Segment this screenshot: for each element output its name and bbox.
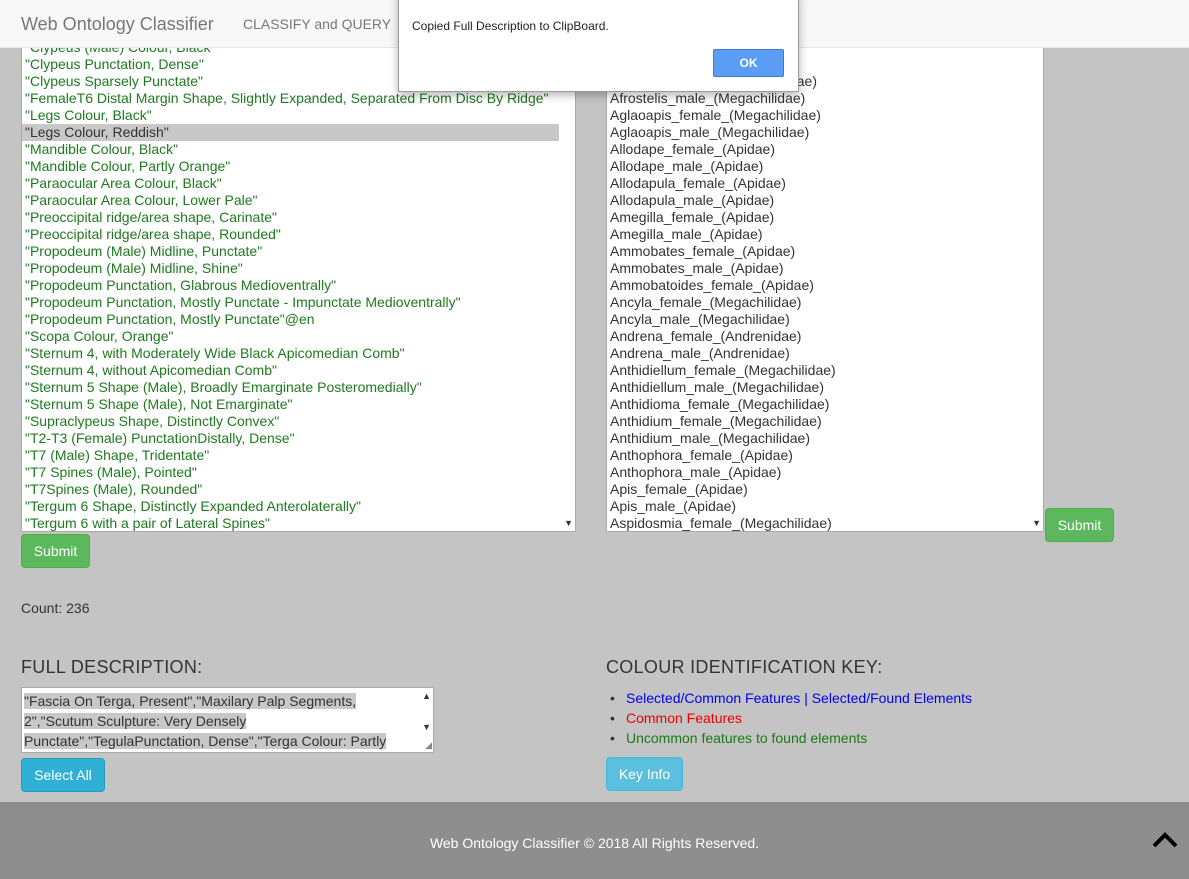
key-item-label: Common Features: [626, 710, 742, 726]
footer: Web Ontology Classifier © 2018 All Right…: [0, 802, 1189, 879]
feature-option[interactable]: "Sternum 4, without Apicomedian Comb": [22, 362, 559, 379]
description-line: 2","Scutum Sculpture: Very Densely: [24, 713, 247, 729]
key-item-label: Selected/Common Features | Selected/Foun…: [626, 690, 973, 706]
features-listbox[interactable]: "Clypeus (Male) Colour, Black""Clypeus P…: [21, 30, 576, 532]
class-option[interactable]: Andrena_male_(Andrenidae): [607, 345, 1027, 362]
classes-listbox[interactable]: Afrostelis_female_(Megachilidae)Afrostel…: [606, 30, 1044, 532]
full-description-title: FULL DESCRIPTION:: [21, 657, 203, 677]
feature-option[interactable]: "Preoccipital ridge/area shape, Rounded": [22, 226, 559, 243]
scroll-down-arrow-icon[interactable]: ▼: [422, 722, 431, 732]
classes-rows: Afrostelis_female_(Megachilidae)Afrostel…: [607, 73, 1027, 531]
class-option[interactable]: Aglaoapis_female_(Megachilidae): [607, 107, 1027, 124]
feature-option[interactable]: "Tergum 6 with a pair of Lateral Spines": [22, 515, 559, 531]
resize-grip-icon[interactable]: ◢: [425, 740, 432, 751]
full-description-text: "Fascia On Terga, Present","Maxilary Pal…: [24, 691, 419, 751]
dialog-message: Copied Full Description to ClipBoard.: [412, 19, 609, 33]
clipboard-alert-dialog: Copied Full Description to ClipBoard. OK: [398, 0, 799, 92]
class-option[interactable]: Apis_female_(Apidae): [607, 481, 1027, 498]
result-count: Count: 236: [21, 600, 90, 616]
feature-option[interactable]: "Supraclypeus Shape, Distinctly Convex": [22, 413, 559, 430]
class-option[interactable]: Allodapula_male_(Apidae): [607, 192, 1027, 209]
feature-option[interactable]: "Sternum 5 Shape (Male), Broadly Emargin…: [22, 379, 559, 396]
feature-option[interactable]: "Preoccipital ridge/area shape, Carinate…: [22, 209, 559, 226]
class-option[interactable]: Allodape_female_(Apidae): [607, 141, 1027, 158]
feature-option[interactable]: "T2-T3 (Female) PunctationDistally, Dens…: [22, 430, 559, 447]
feature-option[interactable]: "Paraocular Area Colour, Black": [22, 175, 559, 192]
description-line: "Fascia On Terga, Present","Maxilary Pal…: [24, 693, 357, 709]
full-description-textarea[interactable]: "Fascia On Terga, Present","Maxilary Pal…: [21, 687, 434, 753]
feature-option[interactable]: "Propodeum (Male) Midline, Punctate": [22, 243, 559, 260]
key-info-button[interactable]: Key Info: [606, 757, 683, 791]
feature-option[interactable]: "FemaleT6 Distal Margin Shape, Slightly …: [22, 90, 559, 107]
class-option[interactable]: Andrena_female_(Andrenidae): [607, 328, 1027, 345]
feature-option[interactable]: "Propodeum Punctation, Mostly Punctate"@…: [22, 311, 559, 328]
dialog-ok-button[interactable]: OK: [713, 49, 784, 77]
feature-option[interactable]: "Sternum 5 Shape (Male), Not Emarginate": [22, 396, 559, 413]
brand-title[interactable]: Web Ontology Classifier: [21, 14, 214, 35]
key-item-label: Uncommon features to found elements: [626, 730, 868, 746]
class-option[interactable]: Anthidium_male_(Megachilidae): [607, 430, 1027, 447]
feature-option[interactable]: "Tergum 6 Shape, Distinctly Expanded Ant…: [22, 498, 559, 515]
class-option[interactable]: Anthidioma_female_(Megachilidae): [607, 396, 1027, 413]
features-rows: "Clypeus (Male) Colour, Black""Clypeus P…: [22, 39, 559, 531]
class-option[interactable]: Ammobatoides_female_(Apidae): [607, 277, 1027, 294]
key-item-uncommon: Uncommon features to found elements: [610, 728, 972, 748]
class-option[interactable]: Apis_male_(Apidae): [607, 498, 1027, 515]
feature-option[interactable]: "T7 Spines (Male), Pointed": [22, 464, 559, 481]
feature-option[interactable]: "T7 (Male) Shape, Tridentate": [22, 447, 559, 464]
feature-option[interactable]: "Mandible Colour, Black": [22, 141, 559, 158]
chevron-up-icon[interactable]: [1152, 829, 1178, 849]
class-option[interactable]: Anthophora_female_(Apidae): [607, 447, 1027, 464]
feature-option[interactable]: "Legs Colour, Black": [22, 107, 559, 124]
submit-features-button[interactable]: Submit: [21, 534, 90, 568]
footer-copyright: Web Ontology Classifier © 2018 All Right…: [429, 835, 760, 851]
scroll-down-arrow-icon[interactable]: ▼: [564, 518, 573, 528]
key-item-selected: Selected/Common Features | Selected/Foun…: [610, 688, 972, 708]
class-option[interactable]: Ammobates_female_(Apidae): [607, 243, 1027, 260]
class-option[interactable]: Anthidiellum_female_(Megachilidae): [607, 362, 1027, 379]
nav-link-classify-query[interactable]: CLASSIFY and QUERY: [243, 16, 391, 32]
feature-option[interactable]: "Scopa Colour, Orange": [22, 328, 559, 345]
class-option[interactable]: Ammobates_male_(Apidae): [607, 260, 1027, 277]
submit-classes-button[interactable]: Submit: [1045, 508, 1114, 542]
scroll-up-arrow-icon[interactable]: ▲: [422, 691, 431, 701]
feature-option[interactable]: "Paraocular Area Colour, Lower Pale": [22, 192, 559, 209]
class-option[interactable]: Aspidosmia_female_(Megachilidae): [607, 515, 1027, 531]
class-option[interactable]: Anthophora_male_(Apidae): [607, 464, 1027, 481]
colour-key-title: COLOUR IDENTIFICATION KEY:: [606, 657, 883, 677]
colour-key-list: Selected/Common Features | Selected/Foun…: [610, 688, 972, 748]
feature-option[interactable]: "Sternum 4, with Moderately Wide Black A…: [22, 345, 559, 362]
class-option[interactable]: Ancyla_female_(Megachilidae): [607, 294, 1027, 311]
feature-option[interactable]: "Propodeum (Male) Midline, Shine": [22, 260, 559, 277]
key-item-common: Common Features: [610, 708, 972, 728]
select-all-button[interactable]: Select All: [21, 758, 105, 792]
class-option[interactable]: Amegilla_female_(Apidae): [607, 209, 1027, 226]
class-option[interactable]: Anthidiellum_male_(Megachilidae): [607, 379, 1027, 396]
feature-option[interactable]: "Propodeum Punctation, Glabrous Medioven…: [22, 277, 559, 294]
class-option[interactable]: Aglaoapis_male_(Megachilidae): [607, 124, 1027, 141]
class-option[interactable]: Anthidium_female_(Megachilidae): [607, 413, 1027, 430]
description-line: Punctate","TegulaPunctation, Dense","Ter…: [24, 733, 387, 749]
feature-option[interactable]: "Mandible Colour, Partly Orange": [22, 158, 559, 175]
feature-option[interactable]: "Legs Colour, Reddish": [22, 124, 559, 141]
feature-option[interactable]: "Propodeum Punctation, Mostly Punctate -…: [22, 294, 559, 311]
class-option[interactable]: Ancyla_male_(Megachilidae): [607, 311, 1027, 328]
scroll-down-arrow-icon[interactable]: ▼: [1032, 518, 1041, 528]
class-option[interactable]: Allodapula_female_(Apidae): [607, 175, 1027, 192]
feature-option[interactable]: "T7Spines (Male), Rounded": [22, 481, 559, 498]
class-option[interactable]: Amegilla_male_(Apidae): [607, 226, 1027, 243]
class-option[interactable]: Afrostelis_male_(Megachilidae): [607, 90, 1027, 107]
class-option[interactable]: Allodape_male_(Apidae): [607, 158, 1027, 175]
